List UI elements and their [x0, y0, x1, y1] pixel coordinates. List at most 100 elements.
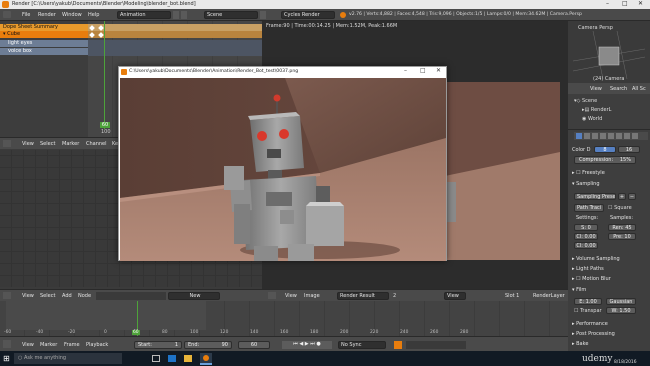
file-explorer-icon[interactable] — [184, 355, 192, 362]
menu-window[interactable]: Window — [62, 12, 82, 18]
menu-search[interactable]: Search — [610, 86, 627, 92]
maximize-icon[interactable]: □ — [420, 67, 426, 74]
performance-section[interactable]: ▸ Performance — [572, 321, 608, 327]
menu-frame[interactable]: Frame — [64, 342, 80, 348]
current-frame-marker[interactable]: 60 — [100, 122, 110, 128]
scene-selector[interactable]: Scene — [204, 11, 258, 19]
menu-channel[interactable]: Channel — [86, 141, 107, 147]
layout-selector[interactable]: Animation — [117, 11, 171, 19]
editor-type-icon[interactable] — [3, 140, 11, 147]
color-depth-8-button[interactable]: 8 — [594, 146, 616, 153]
menu-view[interactable]: View — [22, 141, 34, 147]
keying-set-field[interactable] — [406, 341, 466, 349]
color-depth-16-button[interactable]: 16 — [618, 146, 640, 153]
playback-controls[interactable]: ⏮ ◀ ▶ ⏭ ● — [282, 341, 332, 349]
minimize-icon[interactable]: – — [404, 67, 407, 74]
menu-render[interactable]: Render — [38, 12, 56, 18]
menu-marker[interactable]: Marker — [40, 342, 57, 348]
render-tab-icon[interactable] — [576, 133, 582, 139]
menu-node[interactable]: Node — [78, 293, 91, 299]
sampling-presets-dropdown[interactable]: Sampling Presets — [574, 193, 616, 200]
modifiers-tab-icon[interactable] — [616, 133, 622, 139]
menu-view[interactable]: View — [22, 293, 34, 299]
scene-tab-icon[interactable] — [592, 133, 598, 139]
taskbar-search-input[interactable]: ○ Ask me anything — [14, 353, 122, 364]
menu-playback[interactable]: Playback — [86, 342, 108, 348]
edge-browser-icon[interactable] — [168, 355, 176, 362]
menu-file[interactable]: File — [22, 12, 30, 18]
menu-marker[interactable]: Marker — [62, 141, 79, 147]
object-tab-icon[interactable] — [608, 133, 614, 139]
world-tab-icon[interactable] — [600, 133, 606, 139]
clamp-direct-field[interactable]: Cl: 0.00 — [574, 233, 598, 240]
render-result-selector[interactable]: Render Result — [337, 292, 389, 300]
node-toolbar-icons[interactable] — [96, 292, 166, 300]
square-samples-checkbox[interactable]: ☐ Square — [608, 205, 632, 211]
start-frame-field[interactable]: Start: 1 — [134, 341, 182, 349]
channel-light-eyes[interactable]: light eyes — [0, 40, 88, 47]
outliner-item-world[interactable]: ◉ World — [582, 116, 602, 122]
camera-view[interactable]: Camera Persp (24) Camera — [568, 21, 650, 83]
outliner-item-renderlayer[interactable]: ▸▤ RenderL — [582, 107, 611, 113]
menu-select[interactable]: Select — [40, 293, 55, 299]
film-filter-dropdown[interactable]: Gaussian — [606, 298, 636, 305]
outliner-item-scene[interactable]: ▾◇ Scene — [574, 98, 597, 104]
light-paths-section[interactable]: ▸ Light Paths — [572, 266, 604, 272]
preview-samples-field[interactable]: Pre: 10 — [608, 233, 636, 240]
info-editor-icon[interactable] — [3, 11, 11, 18]
film-exposure-field[interactable]: E: 1.00 — [574, 298, 602, 305]
windows-start-icon[interactable]: ⊞ — [3, 354, 10, 363]
freestyle-section[interactable]: ▸ ☐ Freestyle — [572, 170, 605, 176]
menu-view[interactable]: View — [22, 342, 34, 348]
menu-view[interactable]: View — [285, 293, 297, 299]
editor-type-icon[interactable] — [3, 292, 11, 299]
transparent-checkbox[interactable]: ☐ Transpar — [574, 308, 602, 314]
sync-dropdown[interactable]: No Sync — [338, 341, 386, 349]
filter-width-field[interactable]: W: 1.50 — [606, 307, 636, 314]
clamp-indirect-field[interactable]: Cl: 0.00 — [574, 242, 598, 249]
image-editor-type-icon[interactable] — [268, 292, 276, 299]
integrator-dropdown[interactable]: Path Traci — [574, 204, 604, 212]
current-frame-field[interactable]: 60 — [238, 341, 270, 349]
menu-help[interactable]: Help — [88, 12, 99, 18]
remove-preset-icon[interactable]: − — [628, 193, 636, 200]
keying-icon[interactable] — [394, 341, 402, 349]
motion-blur-section[interactable]: ▸ ☐ Motion Blur — [572, 276, 611, 282]
close-icon[interactable]: ✕ — [638, 0, 643, 7]
add-preset-icon[interactable]: + — [618, 193, 626, 200]
channel-voice-box[interactable]: voice box — [0, 48, 88, 55]
render-layers-tab-icon[interactable] — [584, 133, 590, 139]
render-engine-selector[interactable]: Cycles Render — [281, 11, 335, 19]
blender-taskbar-app[interactable] — [200, 353, 212, 365]
channel-dope-sheet-summary[interactable]: Dope Sheet Summary — [0, 24, 88, 31]
menu-image[interactable]: Image — [304, 293, 320, 299]
view-selector[interactable]: View — [444, 292, 466, 300]
menu-all-scenes[interactable]: All Sc — [632, 86, 646, 92]
material-tab-icon[interactable] — [624, 133, 630, 139]
compression-slider[interactable]: Compression: 15% — [574, 156, 636, 164]
bake-section[interactable]: ▸ Bake — [572, 341, 588, 347]
volume-sampling-section[interactable]: ▸ Volume Sampling — [572, 256, 620, 262]
texture-tab-icon[interactable] — [632, 133, 638, 139]
add-layout-icon[interactable] — [173, 11, 179, 19]
seed-field[interactable]: S: 0 — [574, 224, 598, 231]
new-action-button[interactable]: New — [168, 292, 220, 300]
channel-cube[interactable]: ▾ Cube — [0, 31, 88, 38]
end-frame-field[interactable]: End: 90 — [184, 341, 232, 349]
layer-selector[interactable]: RenderLayer — [533, 293, 565, 299]
add-scene-icon[interactable] — [260, 11, 266, 19]
sampling-section[interactable]: ▾ Sampling — [572, 181, 600, 187]
maximize-icon[interactable]: □ — [622, 0, 628, 7]
minimize-icon[interactable]: – — [606, 0, 609, 7]
task-view-icon[interactable] — [152, 355, 160, 362]
menu-select[interactable]: Select — [40, 141, 55, 147]
post-processing-section[interactable]: ▸ Post Processing — [572, 331, 615, 337]
timeline-current-frame[interactable]: 60 — [132, 330, 140, 335]
remove-layout-icon[interactable] — [181, 11, 187, 19]
close-icon[interactable]: ✕ — [436, 67, 441, 74]
menu-view[interactable]: View — [590, 86, 602, 92]
editor-type-icon[interactable] — [3, 340, 11, 348]
slot-selector[interactable]: Slot 1 — [505, 293, 519, 299]
render-samples-field[interactable]: Ren: 45 — [608, 224, 636, 231]
menu-add[interactable]: Add — [62, 293, 72, 299]
